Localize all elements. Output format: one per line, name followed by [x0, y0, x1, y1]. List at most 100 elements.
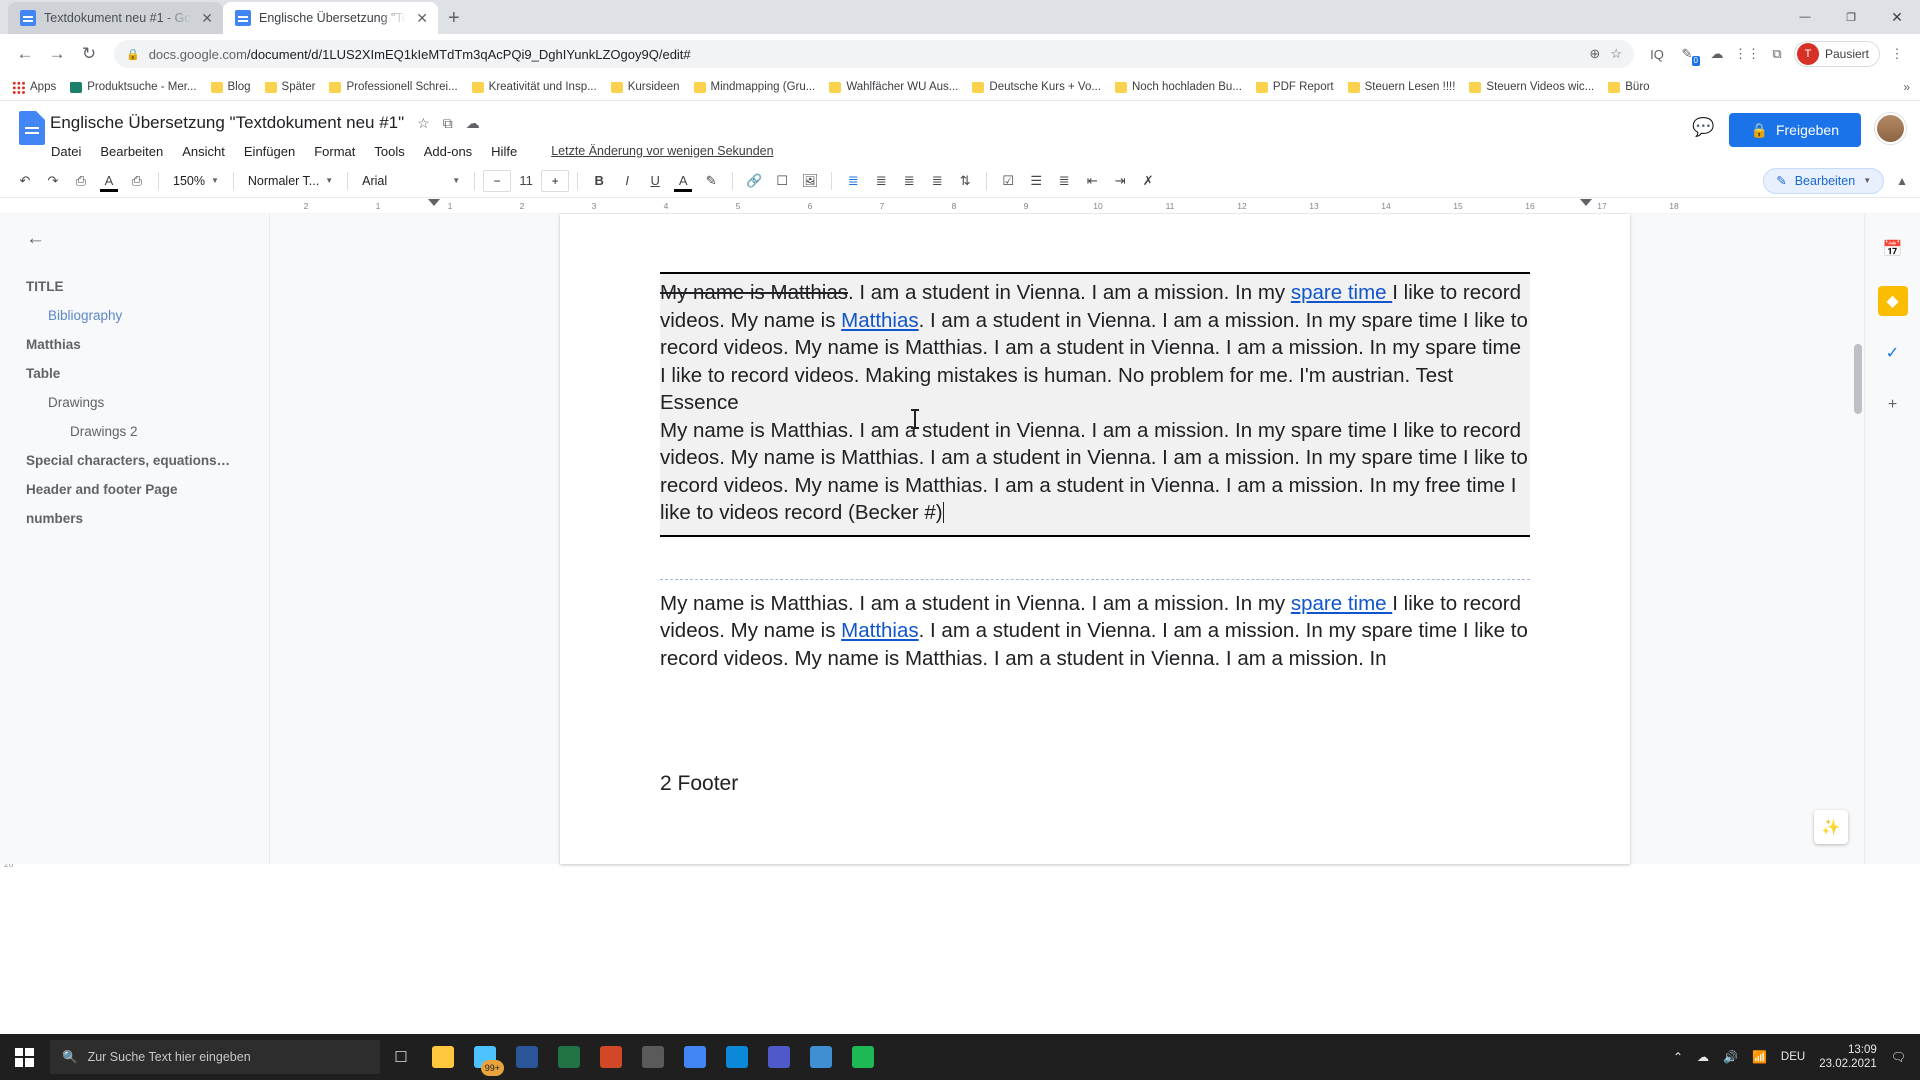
outline-item-drawings-2[interactable]: Drawings 2 — [26, 417, 269, 446]
cloud-icon[interactable]: ☁ — [1697, 1050, 1709, 1064]
bookmark-item[interactable]: PDF Report — [1250, 78, 1340, 96]
close-window-icon[interactable]: ✕ — [1874, 0, 1920, 34]
show-hidden-icons[interactable]: ⌃ — [1673, 1050, 1683, 1064]
indent-marker[interactable] — [1580, 199, 1592, 206]
browser-tab-1[interactable]: Textdokument neu #1 - Google D ✕ — [8, 2, 223, 34]
add-ons-icon[interactable]: + — [1878, 390, 1908, 420]
taskbar-photos-app[interactable] — [800, 1034, 842, 1080]
bookmark-item[interactable]: Blog — [205, 78, 257, 96]
indent-marker[interactable] — [428, 199, 440, 206]
bookmark-item[interactable]: Deutsche Kurs + Vo... — [966, 78, 1107, 96]
share-button[interactable]: 🔒 Freigeben — [1729, 113, 1861, 147]
menu-einf-gen[interactable]: Einfügen — [243, 142, 296, 161]
bulleted-list-button[interactable]: ☰ — [1023, 168, 1049, 194]
new-tab-button[interactable]: + — [448, 8, 460, 28]
apps-extension-icon[interactable]: ⋮⋮ — [1734, 41, 1760, 67]
taskbar-edge-app[interactable] — [716, 1034, 758, 1080]
font-size-value[interactable]: 11 — [513, 168, 539, 194]
checklist-button[interactable]: ☑ — [995, 168, 1021, 194]
outline-item-numbers[interactable]: numbers — [26, 504, 269, 533]
paragraph-2[interactable]: My name is Matthias. I am a student in V… — [660, 417, 1530, 527]
outline-item-table[interactable]: Table — [26, 359, 269, 388]
bookmark-star-icon[interactable]: ☆ — [1610, 46, 1622, 62]
add-comment-button[interactable]: ☐ — [769, 168, 795, 194]
user-avatar[interactable] — [1875, 113, 1906, 144]
content-block-3[interactable]: My name is Matthias. I am a student in V… — [660, 579, 1530, 673]
clear-formatting-button[interactable]: ✗ — [1135, 168, 1161, 194]
network-icon[interactable]: 📶 — [1752, 1050, 1767, 1064]
vertical-scrollbar[interactable] — [1852, 214, 1864, 864]
taskbar-spotify-app[interactable] — [842, 1034, 884, 1080]
zoom-select[interactable]: 150% ▼ — [167, 169, 225, 193]
edit-mode-button[interactable]: ✎ Bearbeiten ▼ — [1763, 168, 1884, 194]
insert-link-button[interactable]: 🔗 — [741, 168, 767, 194]
menu-bearbeiten[interactable]: Bearbeiten — [99, 142, 164, 161]
task-view-button[interactable]: ☐ — [380, 1034, 422, 1080]
bookmark-item[interactable]: Apps — [6, 78, 62, 97]
taskbar-excel-app[interactable] — [548, 1034, 590, 1080]
language-indicator[interactable]: DEU — [1781, 1051, 1805, 1063]
outline-item-matthias[interactable]: Matthias — [26, 330, 269, 359]
bookmark-item[interactable]: Büro — [1602, 78, 1655, 96]
document-title[interactable]: Englische Übersetzung "Textdokument neu … — [50, 113, 404, 133]
footer-heading[interactable]: 2 Footer — [660, 772, 1530, 796]
menu-hilfe[interactable]: Hilfe — [490, 142, 518, 161]
taskbar-browser-app[interactable] — [632, 1034, 674, 1080]
content-block-selected[interactable]: My name is Matthias. I am a student in V… — [660, 272, 1530, 537]
tab-close-icon[interactable]: ✕ — [199, 9, 215, 27]
bookmark-item[interactable]: Professionell Schrei... — [323, 78, 463, 96]
forward-icon[interactable]: → — [42, 39, 72, 69]
line-spacing-button[interactable]: ⇅ — [952, 168, 978, 194]
explore-button[interactable]: ✨ — [1814, 810, 1848, 844]
taskbar-store-app[interactable]: 99+ — [464, 1034, 506, 1080]
page-scroll-region[interactable]: My name is Matthias. I am a student in V… — [270, 214, 1920, 864]
docs-logo-icon[interactable] — [14, 111, 50, 157]
calendar-icon[interactable]: 📅 — [1878, 234, 1908, 264]
comment-history-icon[interactable]: 💬 — [1692, 117, 1714, 138]
numbered-list-button[interactable]: ≣ — [1051, 168, 1077, 194]
bookmark-item[interactable]: Noch hochladen Bu... — [1109, 78, 1248, 96]
menu-ansicht[interactable]: Ansicht — [181, 142, 226, 161]
font-size-increase[interactable]: + — [541, 170, 569, 192]
bold-button[interactable]: B — [586, 168, 612, 194]
back-icon[interactable]: ← — [10, 39, 40, 69]
bookmark-item[interactable]: Wahlfächer WU Aus... — [823, 78, 964, 96]
tasks-icon[interactable]: ✓ — [1878, 338, 1908, 368]
taskbar-file-explorer[interactable] — [422, 1034, 464, 1080]
menu-tools[interactable]: Tools — [373, 142, 405, 161]
browser-tab-2[interactable]: Englische Übersetzung "Textdoku ✕ — [223, 2, 438, 34]
align-left-button[interactable]: ≣ — [840, 168, 866, 194]
address-bar[interactable]: 🔒 docs.google.com/document/d/1LUS2XImEQ1… — [114, 40, 1634, 68]
font-select[interactable]: Arial ▼ — [356, 169, 466, 193]
scrollbar-thumb[interactable] — [1854, 344, 1862, 414]
last-edit-status[interactable]: Letzte Änderung vor wenigen Sekunden — [551, 144, 773, 158]
text-color-button[interactable]: A — [670, 168, 696, 194]
hyperlink-spare-time[interactable]: spare time — [1291, 281, 1392, 304]
keep-icon[interactable]: ◆ — [1878, 286, 1908, 316]
taskbar-search[interactable]: 🔍 Zur Suche Text hier eingeben — [50, 1040, 380, 1074]
hyperlink-spare-time[interactable]: spare time — [1291, 592, 1392, 615]
taskbar-chrome-app[interactable] — [674, 1034, 716, 1080]
italic-button[interactable]: I — [614, 168, 640, 194]
horizontal-ruler[interactable]: 21123456789101112131415161718 — [0, 198, 1920, 214]
menu-add-ons[interactable]: Add-ons — [423, 142, 473, 161]
decrease-indent-button[interactable]: ⇤ — [1079, 168, 1105, 194]
collapse-toolbar-icon[interactable]: ▲ — [1896, 174, 1908, 188]
paragraph-style-select[interactable]: Normaler T... ▼ — [242, 169, 339, 193]
bookmark-item[interactable]: Steuern Lesen !!!! — [1342, 78, 1462, 96]
underline-button[interactable]: U — [642, 168, 668, 194]
close-outline-icon[interactable]: ← — [26, 228, 269, 250]
minimize-icon[interactable]: — — [1782, 0, 1828, 34]
taskbar-powerpoint-app[interactable] — [590, 1034, 632, 1080]
align-right-button[interactable]: ≣ — [896, 168, 922, 194]
spelling-check-button[interactable]: A — [96, 168, 122, 194]
profile-button[interactable]: T Pausiert — [1794, 41, 1880, 67]
bookmark-item[interactable]: Steuern Videos wic... — [1463, 78, 1600, 96]
outline-item-bibliography[interactable]: Bibliography — [26, 301, 269, 330]
align-justify-button[interactable]: ≣ — [924, 168, 950, 194]
bookmark-item[interactable]: Mindmapping (Gru... — [688, 78, 822, 96]
move-to-folder-icon[interactable]: ⧉ — [443, 115, 453, 132]
outline-item-drawings[interactable]: Drawings — [26, 388, 269, 417]
taskbar-word-app[interactable] — [506, 1034, 548, 1080]
font-size-decrease[interactable]: − — [483, 170, 511, 192]
